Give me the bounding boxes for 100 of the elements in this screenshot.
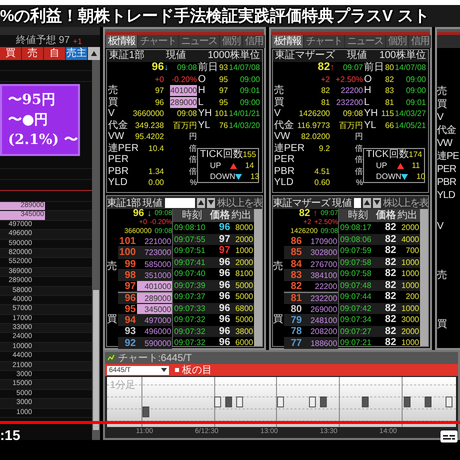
price-cell-text: 97 [124,281,137,292]
up-label: UP [376,160,388,171]
down-arrow-button[interactable] [373,198,381,208]
scroll-up-button[interactable] [88,47,100,60]
quantity-cell-text: 8000 [234,222,254,234]
tab[interactable]: 信用 [409,35,431,48]
tab[interactable]: 板情報 [106,35,137,48]
price-cell-text: 82 [384,268,396,280]
up-arrow-button[interactable] [363,198,371,208]
column-header: 約出 [396,209,419,222]
square-icon [175,368,179,372]
candlestick [309,396,316,408]
stat-unit: 09:08 [176,108,197,120]
stat-value: 82 [321,85,330,96]
tab-strip [437,35,460,48]
quantity-cell-text: 5000 [234,314,254,326]
video-caption: %の利益！朝株トレード手法検証実践評価特典プラスV スト [0,6,430,26]
time-cell-text: 09:07:32 [173,337,206,348]
min-quantity-label: 株以上を表 [217,196,262,210]
price-cell-text: 99 [124,258,137,269]
quantity-cell-text: 8100 [234,268,254,280]
quantity-cell-text: 723000 [143,247,172,258]
date-value: 14/05/21 [394,120,426,131]
stat-value: 83 [385,85,394,96]
price-value: 96 [133,209,144,218]
time-cell-text: 09:07:39 [173,280,206,291]
price-cell-text: 82 [384,245,396,256]
time-cell-text: 09:07:27 [339,326,372,337]
arrow-icon: ↓ [164,62,168,74]
down-arrow-button[interactable] [207,198,215,208]
price-cell-text: 81 [290,293,303,303]
quantity-cell-text: 585000 [143,258,172,269]
stat-value: 95 [219,96,228,108]
quantity-cell-text: 208200 [309,326,338,337]
tab[interactable]: ニュース [345,35,385,48]
stat-label: V [437,112,444,123]
tab[interactable]: チャート [138,35,178,48]
stat-value: 1.34 [148,166,164,177]
stat-unit: 倍 [355,154,363,166]
quantity-input[interactable] [164,198,195,208]
price-label: 現値 [166,50,186,62]
video-time: :15 [0,427,20,443]
date-value: 09:00 [406,85,426,96]
stat-label: 前日 [197,62,218,74]
up-label: UP [210,160,222,171]
stat-label: 代金 [107,120,128,131]
tab[interactable]: 個別 [220,35,242,48]
stat-label: 売 [437,86,448,97]
scrollbar[interactable] [420,209,428,346]
time-cell-text: 09:08:06 [339,234,372,245]
stat-value: 96 [155,96,164,108]
side-label: 売 [273,260,284,273]
quantity-cell-text: 6000 [234,337,254,348]
quantity-cell-text: 384100 [309,270,338,280]
date-value: 09:01 [240,85,260,96]
date-value: 14/03/20 [228,120,260,131]
stat-label: YLD [437,190,456,201]
stat-value: 66 [385,120,394,131]
stat-unit: 倍 [189,154,197,166]
stat-label: YH [197,108,212,120]
stat-label: 代金 [273,120,294,131]
stat-label: PBR [107,166,129,177]
tab[interactable]: 信用 [243,35,265,48]
subtitles-icon[interactable] [440,430,458,443]
stat-value: 101 [214,108,228,120]
candlestick [236,396,244,408]
change-percent: +2.50% [336,74,363,85]
scrollbar[interactable] [254,209,262,346]
side-label: 売 [437,270,448,281]
stat-label: L [197,96,204,108]
tab[interactable]: 個別 [386,35,408,48]
time-cell-text: 09:07:37 [173,291,206,302]
candlestick [277,396,284,408]
stat-label: VW [273,131,290,142]
price-cell-text: 82 [384,337,396,348]
quantity-cell-text: 700 [404,245,420,256]
tab[interactable]: ニュース [179,35,219,48]
candlestick [446,396,452,408]
tab[interactable]: 板情報 [272,35,303,48]
tab[interactable]: チャート [304,35,344,48]
time-cell-text: 09:07:40 [173,268,206,280]
stat-label: L [363,96,370,108]
price-cell-text: 96 [218,256,230,268]
stat-label: O [197,74,206,85]
quantity-cell-text: 5000 [234,280,254,291]
price-cell-text: 96 [218,222,230,234]
stat-value: 95 [219,74,228,85]
stat-value: 0.00 [148,177,164,188]
price-cell-text: 82 [290,281,303,292]
quantity-cell-text: 1000 [400,280,420,291]
quantity-cell-text: 1000 [234,245,254,256]
quantity-cell-text: 170900 [309,236,338,246]
price-value: 82 [299,209,310,218]
quantity-cell-text: 351000 [143,270,172,280]
stat-label: YL [197,120,210,131]
price-value: 96 [152,62,164,74]
quantity-input[interactable] [354,198,361,208]
quantity-cell-text: 200 [404,291,420,302]
scrollbar[interactable] [92,60,100,440]
up-arrow-button[interactable] [197,198,205,208]
